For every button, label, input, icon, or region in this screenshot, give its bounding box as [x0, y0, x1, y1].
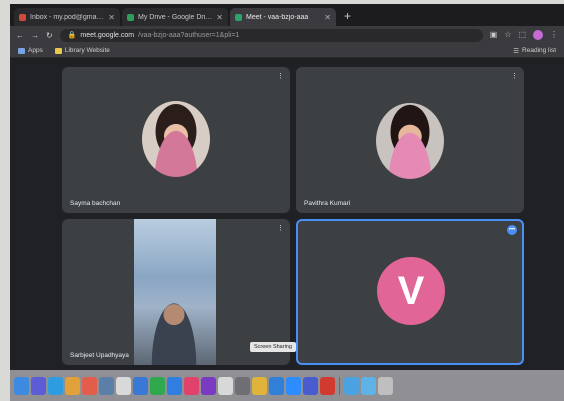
dock-tooltip: Screen Sharing: [250, 342, 296, 352]
chrome-icon[interactable]: [65, 376, 80, 395]
acrobat-icon[interactable]: [320, 376, 335, 395]
bookmarks-bar: Apps Library Website ☰ Reading list: [10, 44, 564, 58]
zoom-icon[interactable]: [286, 376, 301, 395]
bookmark-library[interactable]: Library Website: [54, 47, 110, 54]
trash-icon[interactable]: [378, 376, 393, 395]
mic-muted-icon: ⋮: [277, 225, 284, 232]
bookmark-label: Library Website: [64, 47, 110, 54]
reading-list-label: Reading list: [522, 47, 556, 54]
bookmark-label: Apps: [28, 47, 43, 54]
meet-stage: ⋮ Sayma bachchan ⋮ Pavithra Kumari ⋮ Sar…: [10, 58, 564, 370]
safari-icon[interactable]: [48, 376, 63, 395]
settings-icon[interactable]: [235, 376, 250, 395]
bookmark-star-icon[interactable]: ☆: [504, 30, 511, 40]
close-tab-icon[interactable]: ✕: [216, 13, 223, 22]
chrome2-icon[interactable]: [252, 376, 267, 395]
mail-icon[interactable]: [133, 376, 148, 395]
reading-list[interactable]: ☰ Reading list: [513, 47, 556, 55]
onenote-icon[interactable]: [201, 376, 216, 395]
new-tab-button[interactable]: +: [338, 9, 357, 26]
facetime-icon[interactable]: [150, 376, 165, 395]
participant-name: Sarbjeet Upadhyaya: [70, 352, 129, 359]
preview-icon[interactable]: [218, 376, 233, 395]
profile-avatar[interactable]: [533, 30, 543, 40]
participant-avatar: [376, 103, 444, 179]
browser-tab-gmail[interactable]: Inbox - my.pod@gmail.com ✕: [14, 8, 120, 26]
meet-favicon-icon: [235, 13, 242, 21]
url-path: /vaa-bzjo-aaa?authuser=1&pli=1: [138, 31, 240, 39]
forward-icon[interactable]: →: [31, 31, 39, 40]
url-domain: meet.google.com: [80, 31, 135, 39]
folder-icon[interactable]: [344, 376, 359, 395]
launchpad-icon[interactable]: [116, 376, 131, 395]
camera-indicator-icon[interactable]: ▣: [490, 30, 498, 40]
participant-name: Pavithra Kumari: [304, 200, 351, 207]
address-bar: ← → ↻ 🔒 meet.google.com/vaa-bzjo-aaa?aut…: [10, 26, 564, 44]
browser-tab-drive[interactable]: My Drive - Google Drive ✕: [122, 8, 228, 26]
music-icon[interactable]: [184, 376, 199, 395]
reading-list-icon: ☰: [513, 47, 520, 55]
participant-initial-avatar: V: [377, 257, 445, 325]
participant-person: [148, 293, 200, 365]
photos-icon[interactable]: [82, 376, 97, 395]
downloads-icon[interactable]: [361, 376, 376, 395]
mic-muted-icon: ⋮: [511, 73, 518, 80]
tab-label: Inbox - my.pod@gmail.com: [30, 13, 104, 21]
notes-icon[interactable]: [99, 376, 114, 395]
tab-strip: Inbox - my.pod@gmail.com ✕ My Drive - Go…: [10, 4, 564, 26]
participant-tile-active[interactable]: ••• V: [296, 219, 524, 365]
bookmark-apps[interactable]: Apps: [18, 47, 43, 54]
folder-icon: [54, 47, 62, 54]
finder-icon[interactable]: [14, 376, 29, 395]
extensions-icon[interactable]: ⬚: [518, 30, 526, 40]
appstore-icon[interactable]: [167, 376, 182, 395]
close-tab-icon[interactable]: ✕: [324, 13, 331, 22]
participant-name: Sayma bachchan: [70, 200, 121, 207]
teams-icon[interactable]: [303, 376, 318, 395]
drive-favicon-icon: [127, 13, 134, 21]
lock-icon: 🔒: [67, 32, 77, 39]
participant-tile[interactable]: ⋮ Sayma bachchan: [62, 67, 290, 213]
url-field[interactable]: 🔒 meet.google.com/vaa-bzjo-aaa?authuser=…: [59, 28, 483, 42]
reload-icon[interactable]: ↻: [46, 31, 53, 40]
participant-tile[interactable]: ⋮ Pavithra Kumari: [296, 67, 524, 213]
participant-video: [134, 219, 216, 365]
tab-label: Meet - vaa-bzjo-aaa: [246, 13, 309, 21]
screen: Inbox - my.pod@gmail.com ✕ My Drive - Go…: [0, 0, 564, 401]
tab-label: My Drive - Google Drive: [138, 13, 213, 21]
apps-grid-icon: [18, 47, 25, 54]
back-icon[interactable]: ←: [16, 31, 24, 40]
macos-dock: [10, 370, 564, 401]
participant-avatar: [142, 101, 210, 177]
close-tab-icon[interactable]: ✕: [108, 13, 115, 22]
menu-icon[interactable]: ⋮: [550, 30, 558, 40]
browser-tab-meet[interactable]: Meet - vaa-bzjo-aaa ✕: [230, 8, 336, 26]
dock-separator: [339, 376, 340, 395]
siri-icon[interactable]: [31, 376, 46, 395]
gmail-favicon-icon: [19, 13, 26, 21]
xcode-icon[interactable]: [269, 376, 284, 395]
mic-muted-icon: ⋮: [277, 73, 284, 80]
speaking-indicator-icon: •••: [507, 225, 517, 235]
